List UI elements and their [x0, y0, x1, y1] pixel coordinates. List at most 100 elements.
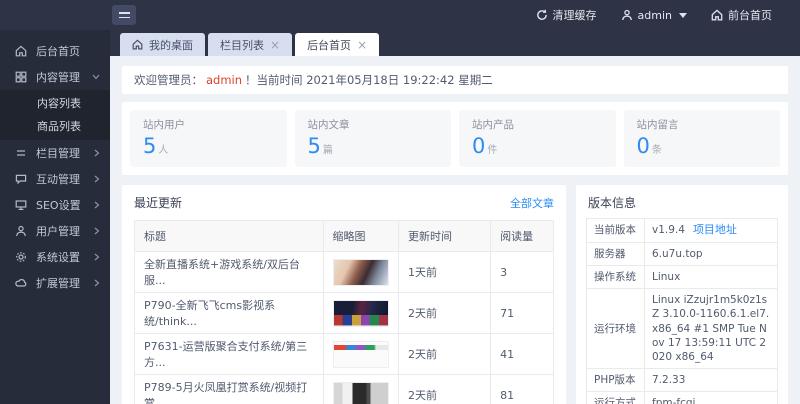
sidebar-item-seo-settings[interactable]: SEO设置: [0, 192, 110, 218]
welcome-suffix: ！当前时间 2021年05月18日 19:22:42 星期二: [245, 73, 493, 87]
chevron-right-icon: [94, 227, 100, 235]
clear-cache-label: 清理缓存: [553, 7, 597, 23]
home-icon: [132, 39, 143, 50]
chevron-right-icon: [94, 201, 100, 209]
version-value: Linux: [645, 266, 778, 289]
sidebar-item-label: SEO设置: [36, 197, 81, 213]
article-title[interactable]: P790-全新飞飞cms影视系统/think...: [135, 293, 324, 334]
stat-unit: 件: [487, 145, 497, 156]
close-icon[interactable]: ×: [270, 39, 280, 51]
version-label: PHP版本: [587, 369, 645, 392]
content-area: 欢迎管理员：admin！当前时间 2021年05月18日 19:22:42 星期…: [110, 56, 800, 404]
update-time: 2天前: [398, 293, 490, 334]
sidebar-item-label: 互动管理: [36, 171, 80, 187]
sidebar-item-label: 栏目管理: [36, 145, 80, 161]
column-header-updated: 更新时间: [398, 221, 490, 252]
sidebar-item-user-mgmt[interactable]: 用户管理: [0, 218, 110, 244]
table-row: PHP版本 7.2.33: [587, 369, 778, 392]
tab-label: 后台首页: [307, 37, 351, 53]
sidebar-item-content-list[interactable]: 内容列表: [0, 92, 110, 115]
all-articles-link[interactable]: 全部文章: [510, 195, 554, 211]
thumbnail-image: [333, 382, 389, 404]
sidebar-item-column-mgmt[interactable]: 栏目管理: [0, 140, 110, 166]
list-icon: [15, 147, 27, 159]
clear-cache-button[interactable]: 清理缓存: [536, 7, 597, 23]
gear-icon: [15, 251, 27, 263]
thumbnail-image: [333, 259, 389, 286]
stat-value: 5: [143, 134, 156, 158]
stat-label: 站内文章: [308, 117, 439, 132]
update-time: 2天前: [398, 375, 490, 404]
version-label: 操作系统: [587, 266, 645, 289]
version-value: 6.u7u.top: [645, 242, 778, 265]
cloud-icon: [15, 277, 27, 289]
chevron-right-icon: [94, 279, 100, 287]
stat-card-users: 站内用户 5人: [130, 110, 287, 167]
front-home-label: 前台首页: [728, 7, 772, 23]
chevron-right-icon: [94, 175, 100, 183]
front-home-button[interactable]: 前台首页: [711, 7, 772, 23]
monitor-icon: [15, 199, 27, 211]
tab-column-list[interactable]: 栏目列表 ×: [208, 33, 292, 56]
update-time: 1天前: [398, 252, 490, 293]
welcome-username: admin: [206, 73, 242, 87]
sidebar: 后台首页 内容管理 内容列表 商品列表 栏目管理: [0, 30, 110, 404]
tab-bar: 我的桌面 栏目列表 × 后台首页 ×: [110, 30, 800, 56]
article-title[interactable]: P789-5月火凤凰打赏系统/视频打赏...: [135, 375, 324, 404]
stats-panel: 站内用户 5人 站内文章 5篇 站内产品 0件 站内留言 0条: [122, 102, 788, 175]
recent-updates-table: 标题 缩略图 更新时间 阅读量 全新直播系统+游戏系统/双后台服...: [134, 220, 554, 404]
article-title[interactable]: 全新直播系统+游戏系统/双后台服...: [135, 252, 324, 293]
panel-title: 最近更新: [134, 194, 182, 211]
stat-label: 站内留言: [637, 117, 768, 132]
table-row: P7631-运营版聚合支付系统/第三方... 2天前 41: [135, 334, 554, 375]
sidebar-item-system-settings[interactable]: 系统设置: [0, 244, 110, 270]
column-header-reads: 阅读量: [491, 221, 554, 252]
table-row: P789-5月火凤凰打赏系统/视频打赏... 2天前 81: [135, 375, 554, 404]
chevron-down-icon: [679, 13, 687, 18]
stat-label: 站内用户: [143, 117, 274, 132]
table-row: 当前版本 v1.9.4 项目地址: [587, 219, 778, 243]
chevron-down-icon: [92, 74, 100, 80]
sidebar-toggle-button[interactable]: [112, 5, 136, 25]
admin-menu[interactable]: admin: [621, 9, 687, 22]
chat-icon: [15, 173, 27, 185]
stat-value: 0: [637, 134, 650, 158]
stat-card-products: 站内产品 0件: [459, 110, 616, 167]
admin-username: admin: [638, 9, 672, 22]
hamburger-icon: [119, 12, 130, 18]
right-column: 版本信息 当前版本 v1.9.4 项目地址: [576, 185, 788, 404]
stat-unit: 篇: [323, 145, 333, 156]
chevron-right-icon: [94, 149, 100, 157]
column-header-title: 标题: [135, 221, 324, 252]
tab-label: 我的桌面: [149, 37, 193, 53]
table-row: 全新直播系统+游戏系统/双后台服... 1天前 3: [135, 252, 554, 293]
stat-unit: 人: [158, 145, 168, 156]
sidebar-item-label: 系统设置: [36, 249, 80, 265]
version-label: 当前版本: [587, 219, 645, 243]
sidebar-item-content-mgmt[interactable]: 内容管理: [0, 64, 110, 90]
sidebar-item-label: 扩展管理: [36, 275, 80, 291]
read-count: 71: [491, 293, 554, 334]
column-header-thumbnail: 缩略图: [323, 221, 398, 252]
admin-app: 清理缓存 admin 前台首页: [0, 0, 800, 404]
table-row: 运行方式 fpm-fcgi: [587, 392, 778, 404]
version-value: v1.9.4: [652, 224, 685, 236]
sidebar-item-product-list[interactable]: 商品列表: [0, 115, 110, 138]
version-label: 运行环境: [587, 289, 645, 369]
tab-admin-home[interactable]: 后台首页 ×: [295, 33, 379, 56]
project-url-link[interactable]: 项目地址: [693, 223, 737, 236]
recent-updates-panel: 最近更新 全部文章 标题 缩略图 更新时间 阅读量: [122, 185, 566, 404]
sidebar-item-interaction-mgmt[interactable]: 互动管理: [0, 166, 110, 192]
stat-value: 5: [308, 134, 321, 158]
stat-label: 站内产品: [472, 117, 603, 132]
table-row: 服务器 6.u7u.top: [587, 242, 778, 265]
stat-card-messages: 站内留言 0条: [624, 110, 781, 167]
body-row: 后台首页 内容管理 内容列表 商品列表 栏目管理: [0, 30, 800, 404]
sidebar-item-admin-home[interactable]: 后台首页: [0, 38, 110, 64]
tab-my-desktop[interactable]: 我的桌面: [120, 33, 205, 56]
panel-title: 版本信息: [588, 194, 636, 211]
close-icon[interactable]: ×: [357, 39, 367, 51]
sidebar-item-extension-mgmt[interactable]: 扩展管理: [0, 270, 110, 296]
article-title[interactable]: P7631-运营版聚合支付系统/第三方...: [135, 334, 324, 375]
user-icon: [621, 9, 633, 21]
